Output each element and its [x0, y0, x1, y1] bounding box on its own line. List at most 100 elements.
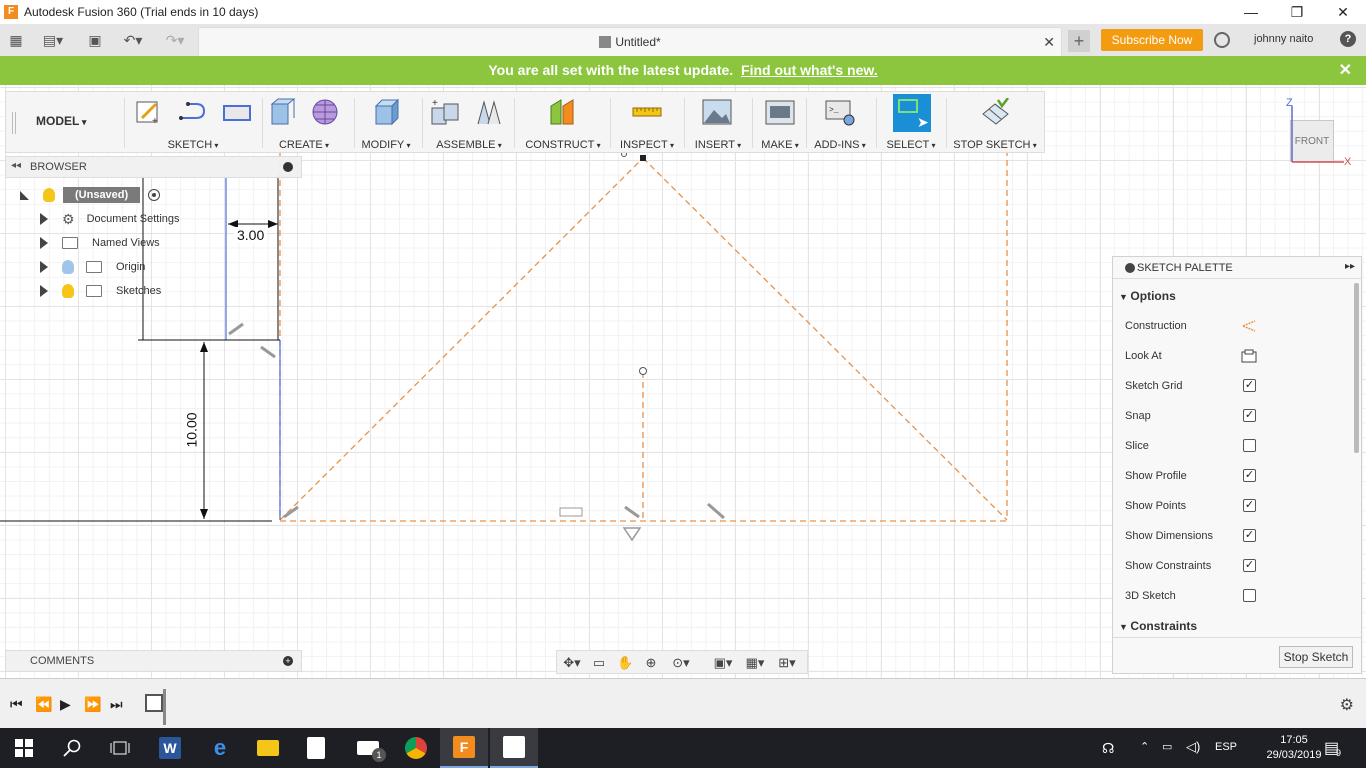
data-panel-grid-icon[interactable]: ▦	[7, 31, 25, 49]
show-dimensions-checkbox[interactable]: ✓	[1243, 529, 1256, 542]
offset-plane-icon[interactable]	[548, 98, 578, 126]
minimize-button[interactable]: —	[1228, 0, 1274, 24]
sketch-palette-header[interactable]: SKETCH PALETTE ▸▸	[1113, 257, 1361, 279]
toolbar-label-construct[interactable]: CONSTRUCT	[516, 139, 610, 151]
toolbar-group-sketch[interactable]: + SKETCH	[128, 92, 258, 154]
timeline-settings-gear-icon[interactable]: ⚙	[1340, 695, 1354, 715]
expand-icon[interactable]	[40, 213, 48, 225]
save-icon[interactable]: ▣	[86, 31, 104, 49]
store-icon[interactable]	[292, 728, 340, 768]
show-constraints-checkbox[interactable]: ✓	[1243, 559, 1256, 572]
palette-row-show-points[interactable]: Show Points ✓	[1125, 497, 1345, 517]
toolbar-label-create[interactable]: CREATE	[264, 139, 344, 151]
options-section-header[interactable]: Options	[1119, 289, 1175, 303]
browser-item-document-settings[interactable]: ⚙ Document Settings	[40, 209, 180, 229]
expand-icon[interactable]	[40, 285, 48, 297]
stop-sketch-button[interactable]: Stop Sketch	[1279, 646, 1353, 668]
line-tool-icon[interactable]	[178, 98, 208, 126]
toolbar-group-inspect[interactable]: INSPECT	[612, 92, 682, 154]
document-tab[interactable]: Untitled* ✕	[198, 27, 1062, 56]
palette-row-3d-sketch[interactable]: 3D Sketch	[1125, 587, 1345, 607]
expand-palette-icon[interactable]: ▸▸	[1345, 261, 1355, 272]
chrome-browser-icon[interactable]	[392, 728, 440, 768]
horizontal-constraint-icon[interactable]	[559, 507, 583, 517]
sketch-grid-checkbox[interactable]: ✓	[1243, 379, 1256, 392]
palette-row-look-at[interactable]: Look At	[1125, 347, 1345, 367]
step-back-icon[interactable]: ⏪	[35, 696, 52, 713]
show-hidden-icons-icon[interactable]: ⌃	[1140, 740, 1149, 753]
root-component-label[interactable]: (Unsaved)	[63, 187, 141, 203]
help-icon[interactable]: ?	[1340, 31, 1356, 47]
system-clock[interactable]: 17:05 29/03/2019	[1264, 733, 1324, 763]
palette-row-show-dimensions[interactable]: Show Dimensions ✓	[1125, 527, 1345, 547]
select-tool-icon[interactable]: ➤	[893, 94, 931, 132]
toolbar-group-add-ins[interactable]: >_ ADD-INS	[808, 92, 872, 154]
visibility-bulb-icon[interactable]	[62, 260, 74, 274]
undo-icon[interactable]: ↶▾	[118, 31, 148, 49]
timeline-sketch-feature-icon[interactable]	[145, 694, 163, 712]
expand-root-icon[interactable]	[20, 190, 29, 200]
palette-scrollbar[interactable]	[1354, 283, 1359, 453]
close-tab-icon[interactable]: ✕	[1043, 34, 1055, 51]
parallel-constraint-icon[interactable]	[707, 502, 725, 520]
extrude-icon[interactable]	[268, 98, 298, 126]
constraints-section-header[interactable]: Constraints	[1119, 619, 1197, 633]
palette-row-sketch-grid[interactable]: Sketch Grid ✓	[1125, 377, 1345, 397]
toolbar-group-assemble[interactable]: + ASSEMBLE	[424, 92, 514, 154]
toolbar-label-add-ins[interactable]: ADD-INS	[808, 139, 872, 151]
pan-hand-icon[interactable]: ✋	[617, 655, 633, 671]
toolbar-group-stop-sketch[interactable]: STOP SKETCH	[948, 92, 1042, 154]
people-icon[interactable]: ☊	[1102, 740, 1114, 757]
toolbar-label-make[interactable]: MAKE	[754, 139, 806, 151]
search-icon[interactable]	[48, 728, 96, 768]
mail-icon[interactable]: 1	[344, 728, 392, 768]
go-to-end-icon[interactable]: ⏭	[110, 696, 123, 713]
joint-icon[interactable]	[474, 98, 504, 126]
apex-point[interactable]	[640, 155, 646, 161]
midpoint-constraint-icon[interactable]	[624, 505, 640, 519]
create-sketch-icon[interactable]: +	[134, 98, 164, 126]
volume-icon[interactable]: ◁)	[1186, 739, 1200, 755]
coincident-constraint-icon[interactable]	[260, 345, 276, 359]
workspace-switcher[interactable]: MODEL	[36, 114, 86, 128]
browser-root-item[interactable]: (Unsaved)	[20, 185, 161, 205]
form-icon[interactable]	[310, 98, 340, 126]
press-pull-icon[interactable]	[371, 98, 401, 126]
toolbar-label-select[interactable]: SELECT	[878, 139, 944, 151]
file-explorer-icon[interactable]	[244, 728, 292, 768]
perpendicular-constraint-icon[interactable]	[228, 322, 244, 336]
palette-row-snap[interactable]: Snap ✓	[1125, 407, 1345, 427]
palette-row-slice[interactable]: Slice	[1125, 437, 1345, 457]
word-app-icon[interactable]: W	[146, 728, 194, 768]
new-component-icon[interactable]: +	[430, 98, 460, 126]
visibility-bulb-icon[interactable]	[62, 284, 74, 298]
browser-item-origin[interactable]: Origin	[40, 257, 145, 277]
scripts-icon[interactable]: >_	[825, 98, 855, 126]
add-comment-icon[interactable]: +	[283, 656, 293, 666]
visibility-bulb-icon[interactable]	[43, 188, 55, 202]
file-menu-icon[interactable]: ▤▾	[40, 31, 66, 49]
palette-row-show-constraints[interactable]: Show Constraints ✓	[1125, 557, 1345, 577]
rectangle-tool-icon[interactable]	[222, 98, 252, 126]
photos-app-icon[interactable]	[490, 728, 538, 768]
look-at-nav-icon[interactable]: ▭	[591, 655, 607, 671]
expand-icon[interactable]	[40, 261, 48, 273]
fusion-taskbar-icon[interactable]: F	[440, 728, 488, 768]
comments-panel[interactable]: COMMENTS +	[5, 650, 302, 672]
go-to-start-icon[interactable]: ⏮	[10, 696, 23, 713]
new-tab-button[interactable]: +	[1068, 30, 1090, 52]
toolbar-label-inspect[interactable]: INSPECT	[612, 139, 682, 151]
display-settings-icon[interactable]: ▣▾	[709, 655, 737, 671]
collapse-browser-icon[interactable]: ◂◂	[11, 160, 21, 171]
slice-checkbox[interactable]	[1243, 439, 1256, 452]
expand-icon[interactable]	[40, 237, 48, 249]
restore-button[interactable]: ❐	[1274, 0, 1320, 24]
zoom-icon[interactable]: ⊕	[643, 655, 659, 671]
input-language[interactable]: ESP	[1215, 741, 1237, 753]
dimension-vertical-value[interactable]: 10.00	[183, 410, 200, 450]
activate-component-icon[interactable]	[148, 189, 161, 201]
toolbar-label-assemble[interactable]: ASSEMBLE	[424, 139, 514, 151]
viewports-icon[interactable]: ⊞▾	[773, 655, 801, 671]
center-point[interactable]	[639, 367, 647, 375]
toolbar-group-make[interactable]: MAKE	[754, 92, 806, 154]
